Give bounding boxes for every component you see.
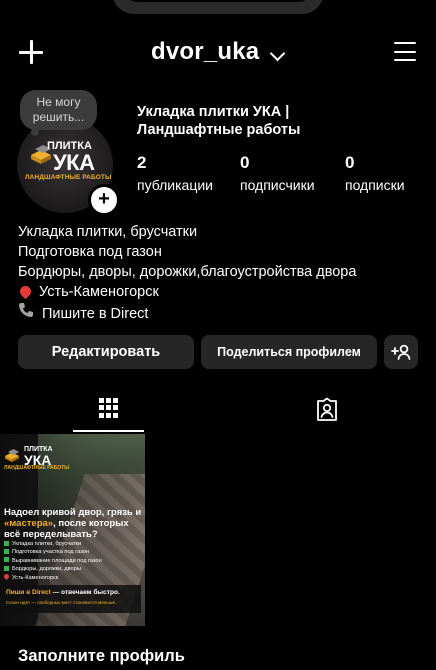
tab-posts-grid[interactable] xyxy=(73,388,144,432)
bio-line: Подготовка под газон xyxy=(18,244,162,260)
add-story-button[interactable]: + xyxy=(88,184,120,216)
post-cta-text: — отвечаем быстро. xyxy=(50,589,120,596)
grid-icon xyxy=(99,398,119,418)
stat-following-label: подписки xyxy=(345,177,405,193)
stat-following[interactable]: 0 подписки xyxy=(345,153,405,195)
check-icon xyxy=(4,565,9,571)
stat-followers[interactable]: 0 подписчики xyxy=(240,153,315,195)
post-cta-note: Сезон идёт — свободных мест становится м… xyxy=(6,600,117,605)
full-name-line2: Ландшафтные работы xyxy=(137,122,301,138)
edit-profile-button[interactable]: Редактировать xyxy=(18,335,194,369)
stat-followers-value: 0 xyxy=(240,153,250,172)
tagged-person-icon xyxy=(317,397,337,421)
post-checklist-text: Укладка плитки, брусчатки xyxy=(12,541,82,547)
top-bar: dvor_uka xyxy=(0,30,436,74)
tab-tagged[interactable] xyxy=(292,388,363,432)
post-checklist-text: Подготовка участка под газон xyxy=(12,549,89,556)
complete-profile-heading: Заполните профиль xyxy=(18,647,185,665)
post-headline-highlight: «мастера» xyxy=(4,518,54,529)
post-checklist: Укладка плитки, брусчатки Подготовка уча… xyxy=(2,540,134,582)
add-person-icon xyxy=(391,344,411,360)
bio-line: Бордюры, дворы, дорожки,благоустройства … xyxy=(18,264,357,280)
post-location-text: Усть-Каменогорск xyxy=(12,574,59,581)
check-icon xyxy=(4,557,9,563)
note-bubble[interactable]: Не могу решить... xyxy=(20,90,97,136)
post-location: Усть-Каменогорск xyxy=(2,572,134,582)
share-profile-button[interactable]: Поделиться профилем xyxy=(201,335,377,369)
stat-followers-label: подписчики xyxy=(240,177,315,193)
post-thumbnail[interactable]: ПЛИТКА УКА ЛАНДШАФТНЫЕ РАБОТЫ Надоел кри… xyxy=(0,434,145,626)
bio-contact-text: Пишите в Direct xyxy=(42,306,149,322)
stat-following-value: 0 xyxy=(345,153,355,172)
post-cta: Пиши в Direct — отвечаем быстро. xyxy=(6,589,120,596)
post-checklist-text: Выравнивание площади под газон xyxy=(12,557,102,564)
bio-contact: Пишите в Direct xyxy=(18,302,356,324)
post-headline-part1: Надоел кривой двор, грязь и xyxy=(4,507,142,518)
post-headline: Надоел кривой двор, грязь и «мастера», п… xyxy=(4,507,142,540)
logo-text-main: УКА xyxy=(53,150,95,175)
dynamic-island xyxy=(112,0,324,14)
plus-icon[interactable] xyxy=(18,39,44,65)
username-switcher[interactable]: dvor_uka xyxy=(151,38,259,66)
stat-posts-value: 2 xyxy=(137,153,147,172)
post-checklist-item: Подготовка участка под газон xyxy=(4,548,134,556)
check-icon xyxy=(4,540,9,546)
bio-line: Укладка плитки, брусчатки xyxy=(18,224,198,240)
post-logo-tiles-icon xyxy=(5,449,19,462)
full-name-line1: Укладка плитки УКА | xyxy=(137,104,290,120)
post-cta-highlight: Пиши в Direct xyxy=(6,589,51,596)
profile-tabs xyxy=(0,388,436,432)
add-person-button[interactable] xyxy=(384,335,418,369)
post-checklist-item: Укладка плитки, брусчатки xyxy=(4,540,134,548)
stat-posts-label: публикации xyxy=(137,177,213,193)
post-checklist-item: Выравнивание площади под газон xyxy=(4,557,134,565)
location-pin-icon xyxy=(2,572,11,580)
location-pin-icon xyxy=(17,283,34,300)
post-brand-sub: ЛАНДШАФТНЫЕ РАБОТЫ xyxy=(4,465,70,471)
stat-posts[interactable]: 2 публикации xyxy=(137,153,213,195)
phone-icon xyxy=(18,302,36,324)
bio-location: Усть-Каменогорск xyxy=(17,282,356,302)
post-checklist-text: Бордюры, дорожки, дворы xyxy=(12,566,81,573)
check-icon xyxy=(4,548,9,554)
profile-full-name: Укладка плитки УКА | Ландшафтные работы xyxy=(137,103,300,139)
logo-text-sub: ЛАНДШАФТНЫЕ РАБОТЫ xyxy=(25,174,112,181)
hamburger-menu-icon[interactable] xyxy=(394,42,416,62)
post-checklist-item: Бордюры, дорожки, дворы xyxy=(4,565,134,573)
bio: Укладка плитки, брусчатки Подготовка под… xyxy=(17,222,357,324)
bio-location-text: Усть-Каменогорск xyxy=(39,284,159,300)
chevron-down-icon[interactable] xyxy=(269,45,286,62)
